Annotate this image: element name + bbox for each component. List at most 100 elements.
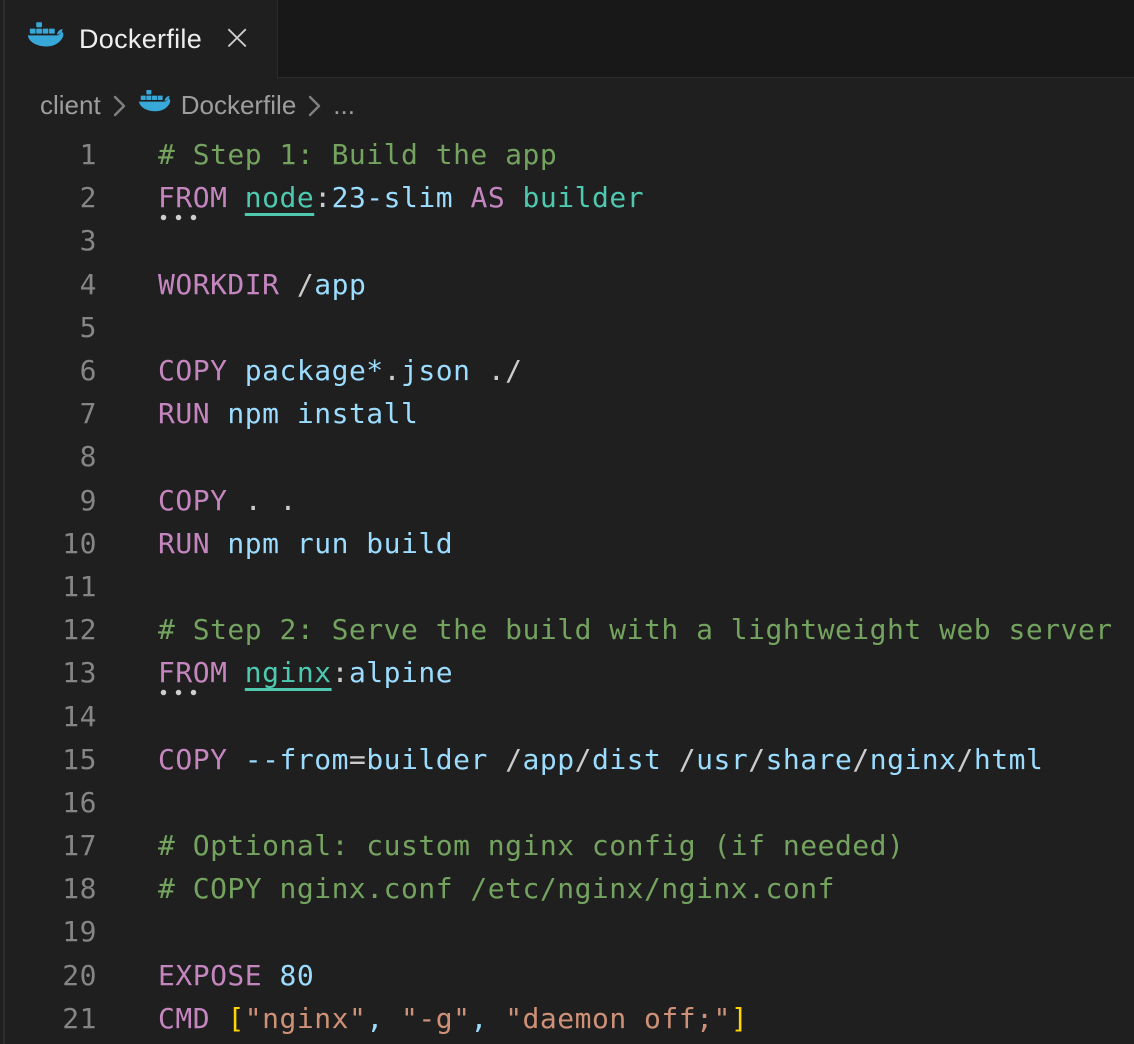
code-line[interactable]: 20EXPOSE 80: [0, 954, 1134, 997]
code-token: EXPOSE: [158, 959, 262, 992]
code-token: share: [766, 743, 853, 776]
tab-bar-empty-space: [278, 0, 1134, 78]
code-line[interactable]: 5: [0, 306, 1134, 349]
code-text: # Step 2: Serve the build with a lightwe…: [158, 613, 1113, 646]
code-token: # Step 1: Build the app: [158, 138, 557, 171]
code-token: npm install: [210, 397, 418, 430]
line-number: 13: [0, 656, 97, 689]
code-token: builder: [523, 181, 645, 214]
code-token: /: [748, 743, 765, 776]
code-text: # COPY nginx.conf /etc/nginx/nginx.conf: [158, 872, 835, 905]
code-line[interactable]: 7RUN npm install: [0, 392, 1134, 435]
code-line[interactable]: 12 # Step 2: Serve the build with a light…: [0, 608, 1134, 651]
code-token: :: [314, 181, 331, 214]
code-token: [453, 181, 470, 214]
chevron-right-icon: [308, 95, 321, 117]
code-token: /: [297, 268, 314, 301]
code-token: [227, 743, 244, 776]
code-token: [262, 959, 279, 992]
image-link[interactable]: node: [245, 181, 314, 214]
code-token: html: [974, 743, 1043, 776]
breadcrumb-item-client[interactable]: client: [40, 90, 101, 121]
line-number: 16: [0, 786, 97, 819]
code-token: ,: [366, 1002, 383, 1035]
code-token: npm run build: [210, 527, 453, 560]
code-token: [262, 484, 279, 517]
line-number: 3: [0, 224, 97, 257]
code-token: usr: [696, 743, 748, 776]
code-token: "-g": [401, 1002, 470, 1035]
line-number: 14: [0, 700, 97, 733]
code-token: .: [280, 484, 297, 517]
code-token: [488, 1002, 505, 1035]
code-token: COPY: [158, 354, 227, 387]
code-text: EXPOSE 80: [158, 959, 314, 992]
code-line[interactable]: 21CMD ["nginx", "-g", "daemon off;"]: [0, 997, 1134, 1040]
code-area[interactable]: 1 # Step 1: Build the app 2FROM node:23-sl…: [0, 133, 1134, 1040]
code-token: builder: [366, 743, 488, 776]
code-line[interactable]: 18# COPY nginx.conf /etc/nginx/nginx.con…: [0, 867, 1134, 910]
code-token: "nginx": [245, 1002, 367, 1035]
line-number: 11: [0, 570, 97, 603]
line-number: 21: [0, 1002, 97, 1035]
breadcrumb-item-symbols[interactable]: ...: [333, 90, 355, 121]
code-line[interactable]: 11: [0, 565, 1134, 608]
line-number: 1: [0, 138, 97, 171]
code-token: ./: [488, 354, 523, 387]
code-token: package*: [245, 354, 384, 387]
line-number: 6: [0, 354, 97, 387]
code-text: # Step 1: Build the app: [158, 138, 557, 171]
code-line[interactable]: 16: [0, 781, 1134, 824]
docker-whale-icon: [27, 22, 64, 56]
code-token: ,: [470, 1002, 487, 1035]
code-token: nginx: [870, 743, 957, 776]
code-token: [227, 181, 244, 214]
code-line[interactable]: 4WORKDIR /app: [0, 263, 1134, 306]
code-token: [488, 743, 505, 776]
code-line[interactable]: 10RUN npm run build: [0, 522, 1134, 565]
code-token: app: [523, 743, 575, 776]
code-line[interactable]: 17 # Optional: custom nginx config (if ne…: [0, 824, 1134, 867]
code-text: FROM nginx:alpine: [158, 656, 453, 689]
code-token: [: [227, 1002, 244, 1035]
code-text: COPY . .: [158, 484, 297, 517]
code-line[interactable]: 13 FROM nginx:alpine: [0, 651, 1134, 694]
breadcrumb-item-dockerfile[interactable]: Dockerfile: [181, 90, 297, 121]
code-text: COPY --from=builder /app/dist /usr/share…: [158, 743, 1043, 776]
code-line[interactable]: 14: [0, 694, 1134, 737]
code-token: [227, 656, 244, 689]
image-link[interactable]: nginx: [245, 656, 332, 689]
code-line[interactable]: 8: [0, 435, 1134, 478]
code-line[interactable]: 2FROM node:23-slim AS builder: [0, 176, 1134, 219]
code-token: /: [575, 743, 592, 776]
code-token: [505, 181, 522, 214]
code-token: .: [245, 484, 262, 517]
line-number: 8: [0, 440, 97, 473]
code-text: COPY package*.json ./: [158, 354, 523, 387]
docker-whale-icon: [138, 90, 171, 122]
code-token: RUN: [158, 397, 210, 430]
code-token: # Step 2: Serve the build with a lightwe…: [158, 613, 1113, 646]
code-token: AS: [470, 181, 505, 214]
code-token: 23-slim: [332, 181, 454, 214]
code-line[interactable]: 1 # Step 1: Build the app: [0, 133, 1134, 176]
code-token: dist: [592, 743, 661, 776]
code-token: app: [314, 268, 366, 301]
code-token: # Optional: custom nginx config (if need…: [158, 829, 904, 862]
code-line[interactable]: 3: [0, 219, 1134, 262]
code-token: FROM: [158, 181, 227, 214]
code-token: # COPY nginx.conf /etc/nginx/nginx.conf: [158, 872, 835, 905]
code-token: /: [679, 743, 696, 776]
close-icon[interactable]: ×: [222, 20, 252, 56]
code-token: alpine: [349, 656, 453, 689]
code-token: 80: [280, 959, 315, 992]
code-line[interactable]: 9COPY . .: [0, 479, 1134, 522]
tab-dockerfile[interactable]: Dockerfile ×: [0, 0, 278, 78]
line-number: 17: [0, 829, 97, 862]
code-line[interactable]: 15COPY --from=builder /app/dist /usr/sha…: [0, 738, 1134, 781]
code-token: json: [401, 354, 470, 387]
line-number: 12: [0, 613, 97, 646]
line-number: 19: [0, 915, 97, 948]
code-line[interactable]: 19: [0, 910, 1134, 953]
code-line[interactable]: 6 COPY package*.json ./: [0, 349, 1134, 392]
